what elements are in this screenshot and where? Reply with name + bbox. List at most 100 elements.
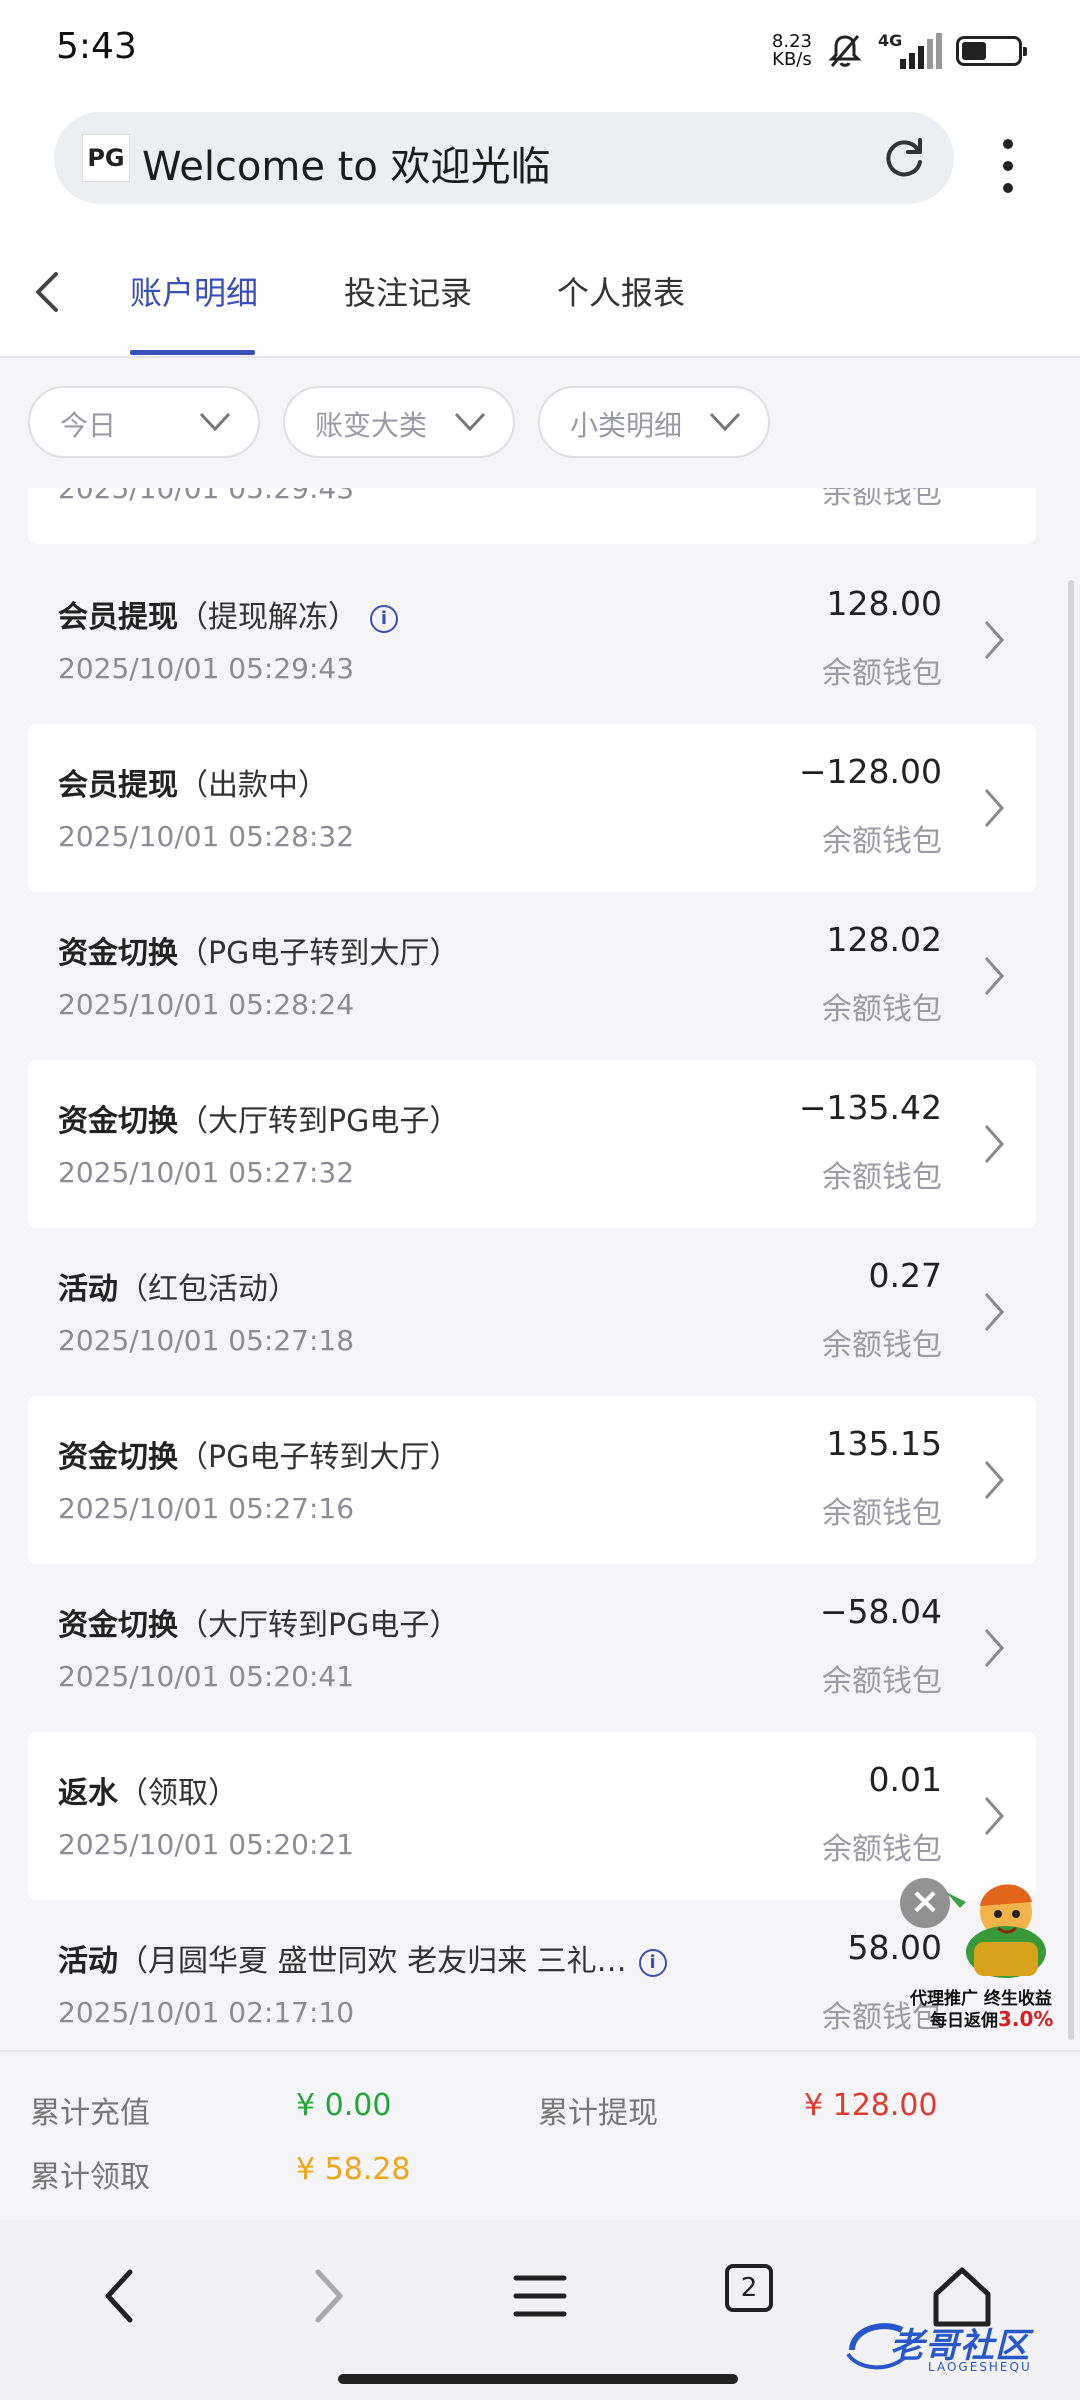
transaction-time: 2025/10/01 05:29:43 (58, 652, 355, 685)
transaction-row[interactable]: 返水（领取） 2025/10/01 05:20:21 0.01 余额钱包 (28, 1732, 1036, 1900)
transaction-detail: （大厅转到PG电子） (178, 1104, 460, 1139)
status-icons: 8.23 KB/s 4G (772, 30, 1027, 72)
filter-subcategory-label: 小类明细 (570, 409, 683, 442)
transaction-amount: 135.15 (826, 1424, 942, 1463)
tab-account-details[interactable]: 账户明细 (130, 268, 258, 314)
transaction-time: 2025/10/01 05:28:32 (58, 820, 355, 853)
chevron-right-icon (984, 1797, 1005, 1835)
transaction-row[interactable]: 2025/10/01 05:29:43 余额钱包 (28, 488, 1036, 544)
transaction-type: 资金切换 (58, 1440, 178, 1475)
browser-toolbar: PG Welcome to 欢迎光临 (0, 100, 1080, 230)
transaction-time: 2025/10/01 05:20:41 (58, 1660, 355, 1693)
promo-rate: 3.0% (998, 2007, 1054, 2031)
transaction-row[interactable]: 活动（红包活动） 2025/10/01 05:27:18 0.27 余额钱包 (28, 1228, 1036, 1396)
transaction-type: 会员提现 (58, 600, 178, 635)
network-speed-unit: KB/s (772, 49, 812, 70)
transaction-row[interactable]: 资金切换（大厅转到PG电子） 2025/10/01 05:20:41 −58.0… (28, 1564, 1036, 1732)
back-arrow-icon[interactable] (28, 264, 68, 320)
transaction-time: 2025/10/01 02:17:10 (58, 1996, 355, 2029)
transaction-detail: （红包活动） (118, 1272, 298, 1307)
info-icon[interactable]: i (370, 604, 398, 633)
home-indicator[interactable] (338, 2374, 738, 2384)
chevron-right-icon (984, 1461, 1005, 1499)
promo-floating-ad[interactable]: × 代理推广 终生收益 每日返佣3.0% (896, 1872, 1066, 2032)
transaction-row[interactable]: 活动（月圆华夏 盛世同欢 老友归来 三礼… i 2025/10/01 02:17:… (28, 1900, 1036, 2048)
page-title[interactable]: Welcome to 欢迎光临 (142, 134, 551, 192)
transaction-time: 2025/10/01 05:27:32 (58, 1156, 355, 1189)
transaction-detail: （PG电子转到大厅） (178, 1440, 460, 1475)
info-icon[interactable]: i (638, 1948, 667, 1977)
tabs-icon[interactable]: 2 (725, 2264, 773, 2312)
reload-icon[interactable] (878, 132, 930, 184)
transaction-detail: （提现解冻） (178, 600, 358, 635)
filter-subcategory-dropdown[interactable]: 小类明细 (538, 386, 770, 458)
transaction-title: 资金切换（大厅转到PG电子） (58, 1600, 459, 1644)
transaction-amount: −58.04 (819, 1592, 942, 1631)
transaction-time: 2025/10/01 05:20:21 (58, 1828, 355, 1861)
transaction-detail: （大厅转到PG电子） (178, 1608, 460, 1643)
filter-date-dropdown[interactable]: 今日 (28, 386, 260, 458)
transaction-title: 返水（领取） (58, 1768, 238, 1812)
transaction-detail: （月圆华夏 盛世同欢 老友归来 三礼… (118, 1944, 627, 1979)
transaction-title: 资金切换（PG电子转到大厅） (58, 928, 459, 972)
transaction-type: 资金切换 (58, 1104, 178, 1139)
transaction-title: 活动（月圆华夏 盛世同欢 老友归来 三礼… i (58, 1936, 667, 1980)
battery-level (962, 42, 986, 60)
more-menu-icon[interactable] (990, 130, 1026, 202)
chevron-right-icon (984, 1629, 1005, 1667)
total-withdraw-label: 累计提现 (538, 2096, 658, 2131)
total-withdraw-value: ¥ 128.00 (804, 2088, 938, 2123)
transaction-amount: 128.00 (826, 584, 942, 623)
wallet-label: 余额钱包 (822, 1328, 942, 1363)
transaction-detail: （PG电子转到大厅） (178, 936, 460, 971)
wallet-label: 余额钱包 (822, 656, 942, 691)
watermark-logo: 老哥社区 LAOGESHEQU (842, 2310, 1068, 2380)
menu-icon[interactable] (500, 2260, 580, 2332)
wallet-label: 余额钱包 (822, 824, 942, 859)
transaction-time: 2025/10/01 05:27:16 (58, 1492, 355, 1525)
transaction-amount: 0.27 (868, 1256, 942, 1295)
transaction-type: 活动 (58, 1272, 118, 1307)
filter-date-label: 今日 (60, 409, 117, 442)
transaction-type: 活动 (58, 1944, 118, 1979)
chevron-right-icon (984, 1125, 1005, 1163)
total-recharge-value: ¥ 0.00 (296, 2088, 392, 2123)
filter-bar: 今日 账变大类 小类明细 (0, 358, 1080, 488)
transaction-type: 资金切换 (58, 1608, 178, 1643)
transaction-row[interactable]: 会员提现（提现解冻） i 2025/10/01 05:29:43 128.00 余… (28, 556, 1036, 724)
wallet-label: 余额钱包 (822, 992, 942, 1027)
network-speed: 8.23 KB/s (772, 33, 812, 69)
transaction-title: 资金切换（PG电子转到大厅） (58, 1432, 459, 1476)
wallet-label: 余额钱包 (822, 488, 942, 511)
scrollbar[interactable] (1068, 580, 1074, 2040)
close-icon[interactable]: × (900, 1878, 950, 1928)
status-bar: 5:43 8.23 KB/s 4G (0, 0, 1080, 100)
tab-bar: 账户明细 投注记录 个人报表 (0, 230, 1080, 358)
transaction-amount: −135.42 (798, 1088, 942, 1127)
bell-muted-icon (828, 35, 862, 67)
back-icon[interactable] (80, 2260, 160, 2332)
transaction-detail: （出款中） (178, 768, 328, 803)
chevron-down-icon (709, 412, 741, 432)
transaction-row[interactable]: 资金切换（PG电子转到大厅） 2025/10/01 05:28:24 128.0… (28, 892, 1036, 1060)
filter-category-dropdown[interactable]: 账变大类 (283, 386, 515, 458)
wallet-label: 余额钱包 (822, 1496, 942, 1531)
total-claim-label: 累计领取 (30, 2160, 150, 2195)
tab-personal-report[interactable]: 个人报表 (557, 268, 685, 314)
transaction-type: 会员提现 (58, 768, 178, 803)
chevron-right-icon (984, 621, 1005, 659)
transaction-row[interactable]: 会员提现（出款中） 2025/10/01 05:28:32 −128.00 余额… (28, 724, 1036, 892)
active-tab-indicator (130, 350, 255, 355)
forward-icon[interactable] (288, 2260, 368, 2332)
signal-4g-icon: 4G (878, 31, 942, 71)
transaction-list[interactable]: 2025/10/01 05:29:43 余额钱包 会员提现（提现解冻） i 202… (28, 488, 1036, 2048)
transaction-row[interactable]: 资金切换（PG电子转到大厅） 2025/10/01 05:27:16 135.1… (28, 1396, 1036, 1564)
site-logo-icon: PG (82, 134, 130, 182)
transaction-title: 资金切换（大厅转到PG电子） (58, 1096, 459, 1140)
address-bar[interactable]: PG Welcome to 欢迎光临 (54, 112, 954, 204)
transaction-amount: 0.01 (868, 1760, 942, 1799)
watermark-subtext: LAOGESHEQU (928, 2360, 1032, 2374)
tab-bet-records[interactable]: 投注记录 (344, 268, 472, 314)
transaction-type: 返水 (58, 1776, 118, 1811)
transaction-row[interactable]: 资金切换（大厅转到PG电子） 2025/10/01 05:27:32 −135.… (28, 1060, 1036, 1228)
